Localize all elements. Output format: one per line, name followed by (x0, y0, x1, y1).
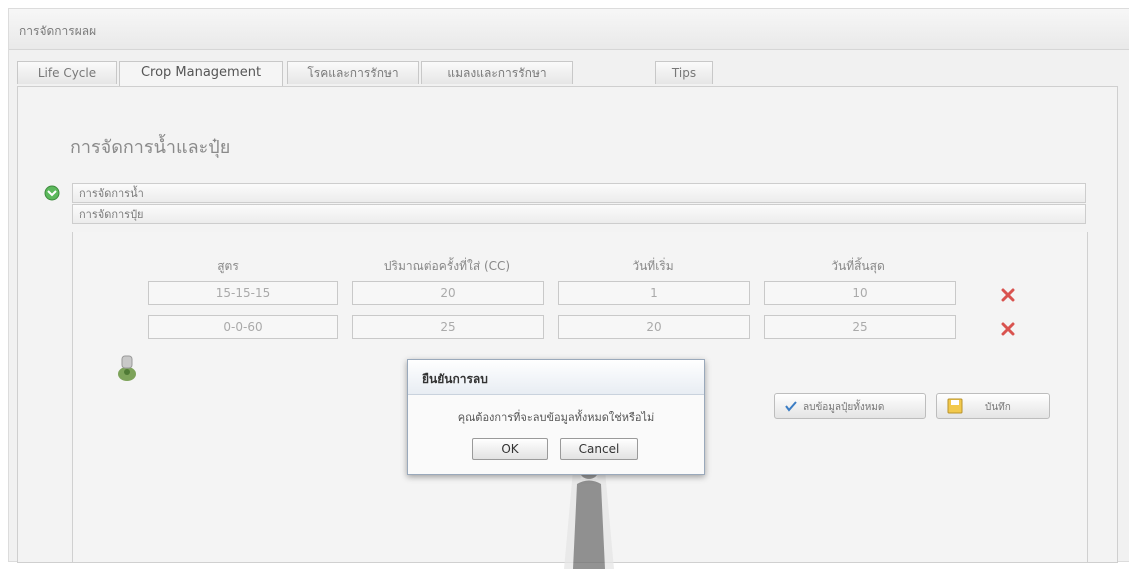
formula-field[interactable]: 0-0-60 (148, 315, 338, 339)
confirm-delete-dialog: ยืนยันการลบ คุณต้องการที่จะลบข้อมูลทั้งห… (407, 359, 705, 475)
formula-field[interactable]: 15-15-15 (148, 281, 338, 305)
tab-tips[interactable]: Tips (655, 61, 713, 84)
delete-all-label: ลบข้อมูลปุ๋ยทั้งหมด (803, 402, 885, 413)
start-day-field[interactable]: 20 (558, 315, 750, 339)
tab-disease[interactable]: โรคและการรักษา (287, 61, 419, 84)
floppy-disk-icon (947, 398, 963, 414)
delete-all-fertilizer-button[interactable]: ลบข้อมูลปุ๋ยทั้งหมด (774, 393, 926, 419)
tab-insects[interactable]: แมลงและการรักษา (421, 61, 573, 84)
start-day-field[interactable]: 1 (558, 281, 750, 305)
add-fertilizer-icon[interactable] (116, 352, 138, 382)
end-day-field[interactable]: 25 (764, 315, 956, 339)
check-icon (785, 401, 797, 412)
save-button[interactable]: บันทึก (936, 393, 1050, 419)
window-title-bar: การจัดการผลผ (9, 9, 1129, 50)
cancel-button[interactable]: Cancel (560, 438, 638, 460)
dialog-message: คุณต้องการที่จะลบข้อมูลทั้งหมดใช่หรือไม่ (457, 411, 655, 424)
tab-life-cycle[interactable]: Life Cycle (17, 61, 117, 84)
accordion-water[interactable]: การจัดการน้ำ (72, 183, 1086, 203)
ok-button[interactable]: OK (472, 438, 548, 460)
accordion-fertilizer[interactable]: การจัดการปุ๋ย (72, 204, 1086, 224)
end-day-field[interactable]: 10 (764, 281, 956, 305)
tab-crop-management[interactable]: Crop Management (119, 61, 283, 86)
section-title: การจัดการน้ำและปุ๋ย (70, 137, 231, 158)
save-label: บันทึก (985, 402, 1011, 413)
app-window: การจัดการผลผ Life Cycle Crop Management … (8, 8, 1129, 569)
window-title: การจัดการผลผ (19, 24, 97, 38)
column-header-start-day: วันที่เริ่ม (632, 259, 674, 273)
amount-field[interactable]: 25 (352, 315, 544, 339)
delete-row-icon[interactable] (1001, 288, 1015, 302)
delete-row-icon[interactable] (1001, 322, 1015, 336)
dialog-title: ยืนยันการลบ (422, 372, 488, 386)
column-header-formula: สูตร (217, 259, 239, 273)
column-header-amount: ปริมาณต่อครั้งที่ใส่ (CC) (383, 259, 511, 273)
amount-field[interactable]: 20 (352, 281, 544, 305)
column-header-end-day: วันที่สิ้นสุด (831, 259, 885, 273)
green-expand-icon[interactable] (44, 185, 60, 201)
dialog-title-bar: ยืนยันการลบ (408, 360, 704, 395)
